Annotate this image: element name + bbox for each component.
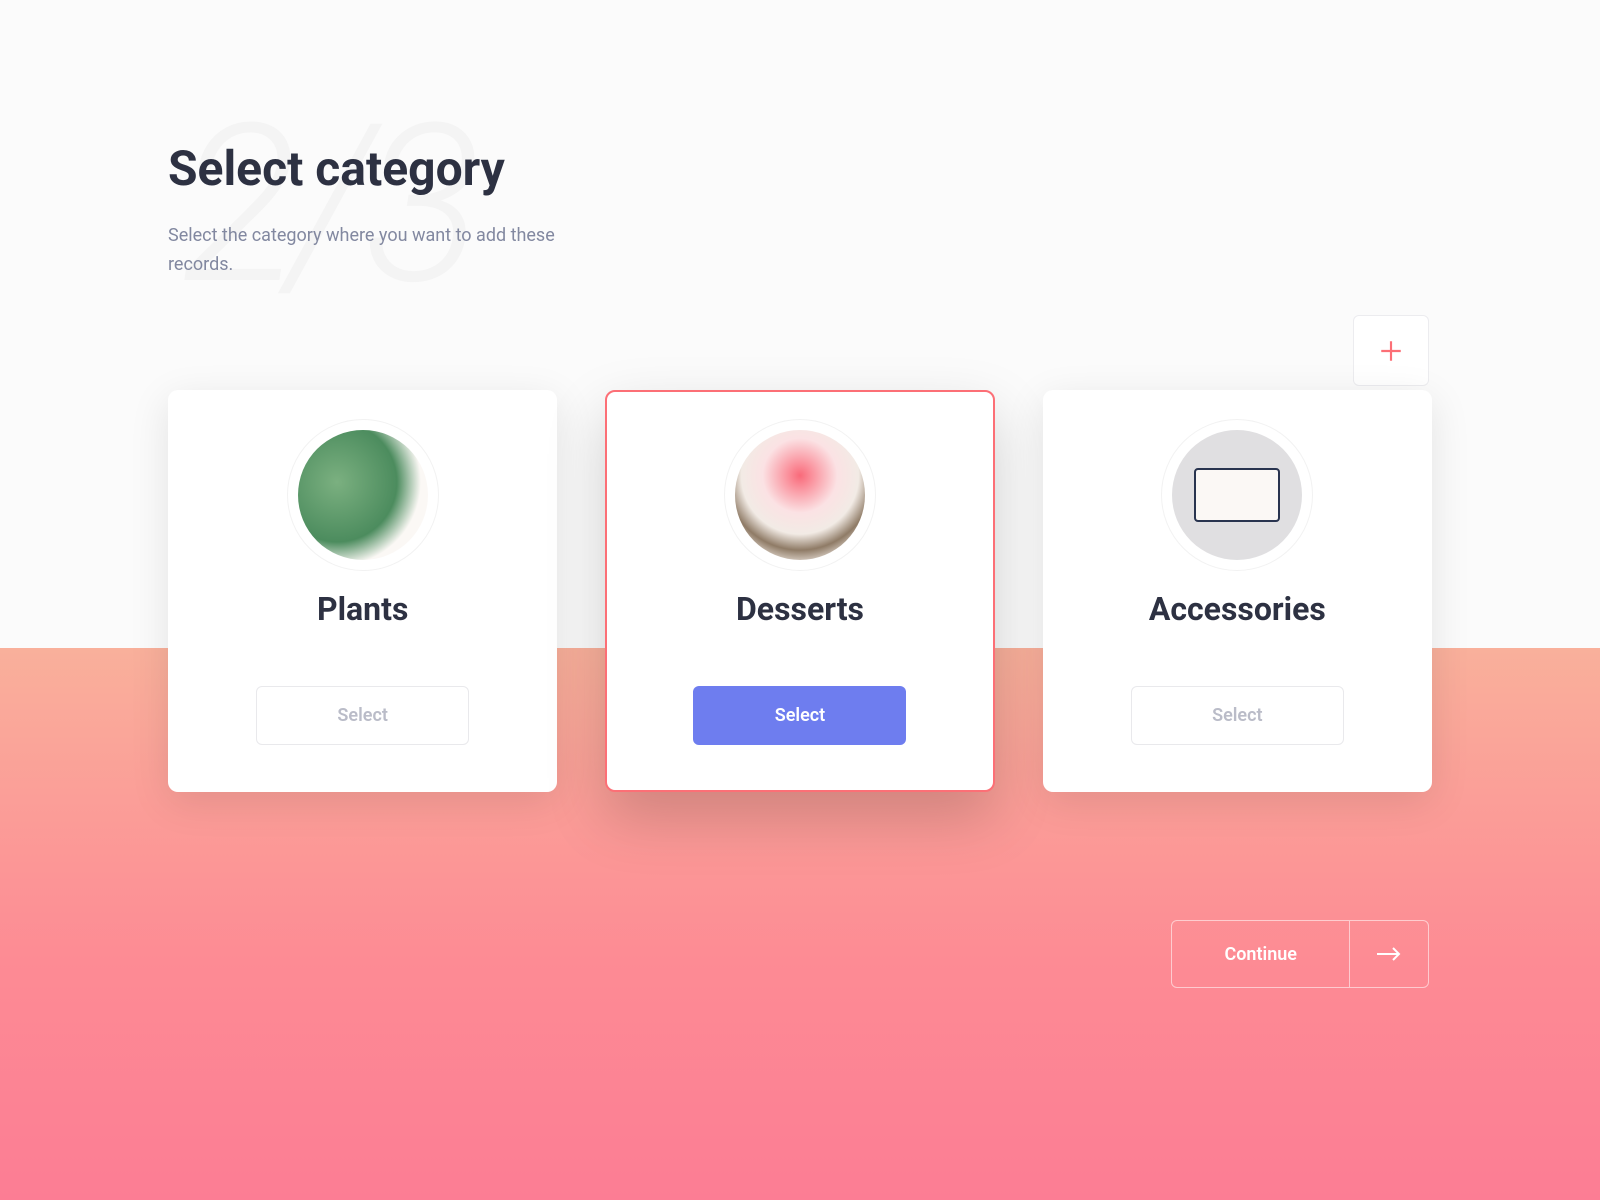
continue-arrow-button[interactable]	[1349, 920, 1429, 988]
plants-image	[298, 430, 428, 560]
select-button-accessories[interactable]: Select	[1131, 686, 1344, 745]
page-title: Select category	[168, 140, 1432, 197]
category-card-desserts[interactable]: Desserts Select	[605, 390, 994, 792]
category-title: Desserts	[736, 590, 864, 628]
add-category-button[interactable]	[1353, 315, 1429, 386]
category-card-plants[interactable]: Plants Select	[168, 390, 557, 792]
category-title: Accessories	[1149, 590, 1326, 628]
accessories-image	[1172, 430, 1302, 560]
continue-label[interactable]: Continue	[1171, 920, 1349, 988]
desserts-image	[735, 430, 865, 560]
page-header: Select category Select the category wher…	[168, 140, 1432, 280]
category-card-accessories[interactable]: Accessories Select	[1043, 390, 1432, 792]
arrow-right-icon	[1375, 945, 1403, 963]
select-button-plants[interactable]: Select	[256, 686, 469, 745]
plus-icon	[1378, 338, 1404, 364]
category-title: Plants	[317, 590, 408, 628]
select-button-desserts[interactable]: Select	[693, 686, 906, 745]
page-subtitle: Select the category where you want to ad…	[168, 222, 618, 280]
category-cards: Plants Select Desserts Select Accessorie…	[168, 390, 1432, 792]
continue-button[interactable]: Continue	[1171, 920, 1429, 988]
